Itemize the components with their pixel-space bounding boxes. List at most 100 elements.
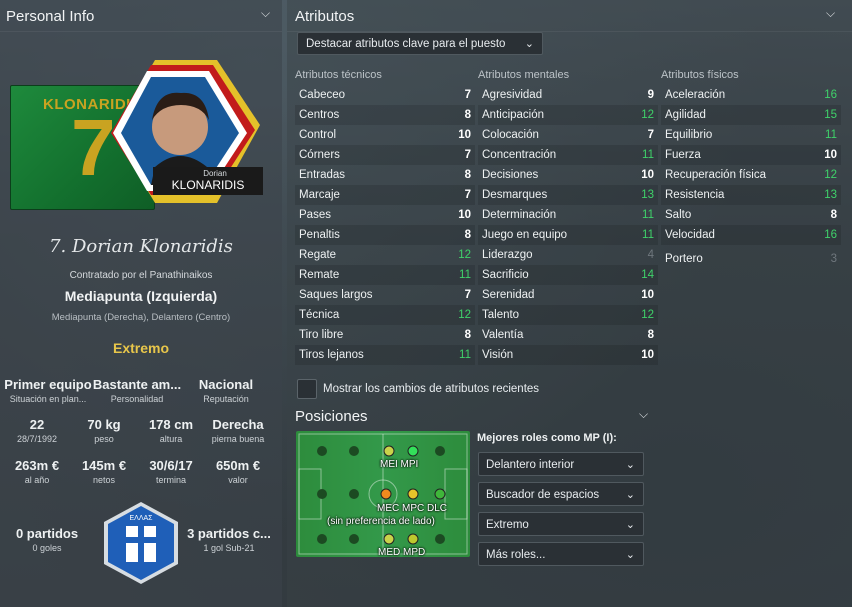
- attribute-value: 13: [641, 189, 654, 201]
- chevron-down-icon: ⌄: [524, 38, 534, 50]
- attribute-name: Anticipación: [482, 109, 545, 121]
- attribute-name: Saques largos: [299, 289, 373, 301]
- attribute-row[interactable]: Sacrificio 14: [478, 265, 658, 285]
- attribute-name: Velocidad: [665, 229, 715, 241]
- attribute-name: Agresividad: [482, 89, 543, 101]
- attribute-value: 8: [464, 229, 471, 241]
- attribute-name: Decisiones: [482, 169, 539, 181]
- attribute-value: 7: [464, 289, 471, 301]
- attribute-row[interactable]: Remate 11: [295, 265, 475, 285]
- youth-apps[interactable]: 3 partidos c... 1 gol Sub-21: [184, 526, 274, 553]
- attribute-row[interactable]: Cabeceo 7: [295, 85, 475, 105]
- attribute-value: 8: [464, 109, 471, 121]
- pitch-label-mec-mpc-dlc: MEC MPC DLC: [377, 503, 448, 514]
- stat-personality: Bastante am... Personalidad: [92, 377, 182, 404]
- attribute-row[interactable]: Talento 12: [478, 305, 658, 325]
- attribute-name: Desmarques: [482, 189, 548, 201]
- badge-first-name: Dorian: [203, 169, 227, 178]
- attribute-row[interactable]: Determinación 11: [478, 205, 658, 225]
- positions-header: Posiciones ⌵: [287, 405, 657, 429]
- chevron-down-icon: ⌄: [625, 549, 635, 561]
- attribute-value: 4: [647, 249, 654, 261]
- attribute-row[interactable]: Velocidad 16: [661, 225, 841, 245]
- attribute-row[interactable]: Salto 8: [661, 205, 841, 225]
- positions-pitch: [296, 431, 470, 557]
- attribute-name: Regate: [299, 249, 337, 261]
- attribute-name: Colocación: [482, 129, 539, 141]
- attribute-value: 7: [647, 129, 654, 141]
- attribute-row[interactable]: Desmarques 13: [478, 185, 658, 205]
- attribute-value: 11: [459, 349, 471, 361]
- attribute-row[interactable]: Serenidad 10: [478, 285, 658, 305]
- attribute-name: Sacrificio: [482, 269, 529, 281]
- role-label: Más roles...: [486, 549, 546, 561]
- stat-reputation: Nacional Reputación: [198, 377, 254, 404]
- attribute-name: Juego en equipo: [482, 229, 568, 241]
- attribute-value: 11: [459, 269, 471, 281]
- chevron-down-icon[interactable]: ⌵: [639, 407, 648, 422]
- role-dropdown-more-roles[interactable]: Más roles... ⌄: [478, 542, 644, 566]
- attribute-value: 16: [824, 229, 837, 241]
- greece-flag-icon: ΕΛΛΑΣ: [104, 502, 178, 584]
- attribute-row[interactable]: Colocación 7: [478, 125, 658, 145]
- attribute-value: 11: [642, 209, 654, 221]
- attribute-name: Fuerza: [665, 149, 701, 161]
- attribute-value: 12: [458, 249, 471, 261]
- attribute-row[interactable]: Saques largos 7: [295, 285, 475, 305]
- attributes-header: Atributos ⌵: [287, 0, 852, 32]
- panel-title: Personal Info: [6, 8, 95, 25]
- attribute-row[interactable]: Recuperación física 12: [661, 165, 841, 185]
- attribute-row[interactable]: Juego en equipo 11: [478, 225, 658, 245]
- attribute-row[interactable]: Valentía 8: [478, 325, 658, 345]
- attribute-row[interactable]: Agresividad 9: [478, 85, 658, 105]
- chevron-down-icon[interactable]: ⌵: [826, 6, 835, 21]
- attribute-row[interactable]: Concentración 11: [478, 145, 658, 165]
- role-dropdown-delantero-interior[interactable]: Delantero interior ⌄: [478, 452, 644, 476]
- attribute-name: Marcaje: [299, 189, 340, 201]
- attribute-row[interactable]: Técnica 12: [295, 305, 475, 325]
- attribute-row[interactable]: Anticipación 12: [478, 105, 658, 125]
- attribute-row[interactable]: Decisiones 10: [478, 165, 658, 185]
- chevron-down-icon: ⌄: [625, 459, 635, 471]
- attribute-value: 8: [830, 209, 837, 221]
- attribute-name: Resistencia: [665, 189, 725, 201]
- attribute-row[interactable]: Resistencia 13: [661, 185, 841, 205]
- attribute-name: Pases: [299, 209, 331, 221]
- role-dropdown-extremo[interactable]: Extremo ⌄: [478, 512, 644, 536]
- attribute-name: Talento: [482, 309, 520, 321]
- attribute-value: 12: [641, 109, 654, 121]
- attribute-row[interactable]: Córners 7: [295, 145, 475, 165]
- attribute-row[interactable]: Agilidad 15: [661, 105, 841, 125]
- attribute-value: 7: [464, 189, 471, 201]
- attribute-row[interactable]: Visión 10: [478, 345, 658, 365]
- attribute-row-portero[interactable]: Portero 3: [661, 249, 841, 269]
- attribute-row[interactable]: Penaltis 8: [295, 225, 475, 245]
- attribute-value: 7: [464, 89, 471, 101]
- attribute-row[interactable]: Tiros lejanos 11: [295, 345, 475, 365]
- attribute-row[interactable]: Centros 8: [295, 105, 475, 125]
- highlight-attributes-dropdown[interactable]: Destacar atributos clave para el puesto …: [297, 32, 543, 55]
- attribute-row[interactable]: Fuerza 10: [661, 145, 841, 165]
- attribute-name: Remate: [299, 269, 340, 281]
- attribute-row[interactable]: Marcaje 7: [295, 185, 475, 205]
- attribute-value: 12: [641, 309, 654, 321]
- attribute-row[interactable]: Aceleración 16: [661, 85, 841, 105]
- attribute-value: 8: [464, 329, 471, 341]
- attribute-name: Tiro libre: [299, 329, 344, 341]
- attribute-row[interactable]: Control 10: [295, 125, 475, 145]
- main-position: Mediapunta (Izquierda): [64, 288, 218, 304]
- recent-changes-checkbox[interactable]: [297, 379, 317, 399]
- chevron-down-icon: ⌄: [625, 519, 635, 531]
- attribute-row[interactable]: Pases 10: [295, 205, 475, 225]
- chevron-down-icon[interactable]: ⌵: [261, 6, 270, 21]
- attribute-row[interactable]: Equilibrio 11: [661, 125, 841, 145]
- attribute-name: Concentración: [482, 149, 557, 161]
- attribute-name: Salto: [665, 209, 692, 221]
- attribute-row[interactable]: Regate 12: [295, 245, 475, 265]
- role-dropdown-buscador[interactable]: Buscador de espacios ⌄: [478, 482, 644, 506]
- attribute-row[interactable]: Entradas 8: [295, 165, 475, 185]
- senior-apps: 0 partidos 0 goles: [15, 526, 79, 553]
- attribute-value: 8: [464, 169, 471, 181]
- attribute-row[interactable]: Tiro libre 8: [295, 325, 475, 345]
- attribute-row[interactable]: Liderazgo 4: [478, 245, 658, 265]
